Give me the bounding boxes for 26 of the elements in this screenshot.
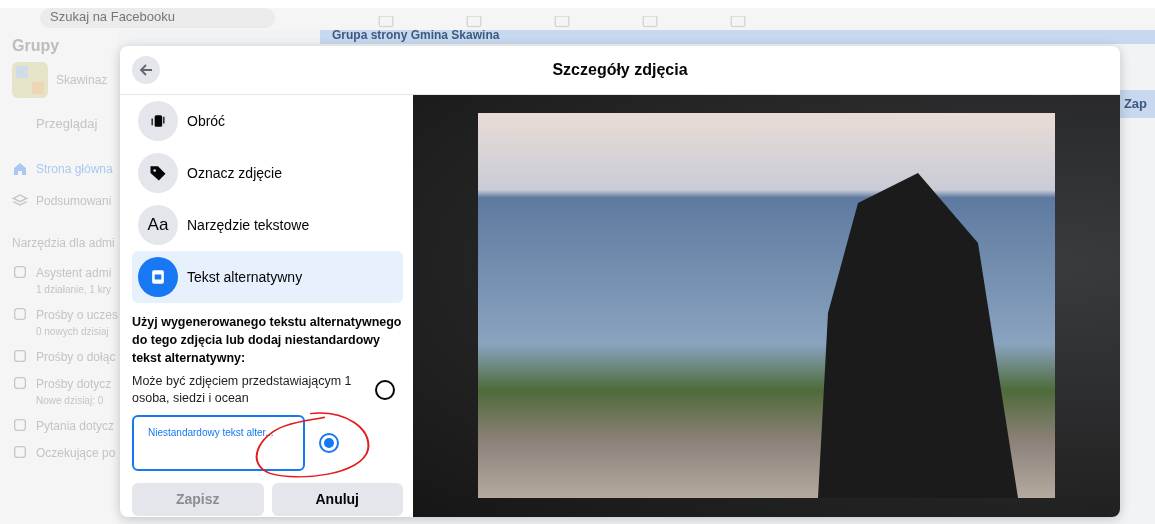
sidebar-title: Grupy — [12, 36, 61, 56]
text-tool-icon: Aa — [147, 212, 169, 238]
dialog-title: Szczegóły zdjęcia — [551, 60, 689, 80]
group-banner: Grupa strony Gmina Skawina — [320, 30, 1155, 44]
instruction-text: Użyj wygenerowanego tekstu alternatywnego do tego zdjęcia lub dodaj niestandardowy tekst alternatywny: — [132, 314, 403, 367]
admin-tool-icon — [12, 305, 28, 322]
custom-alt-text-field[interactable]: Niestandardowy tekst alter... — [132, 415, 305, 471]
admin-tool-icon — [12, 374, 28, 391]
sidebar-item[interactable]: Strona główna — [36, 159, 113, 178]
tag-icon — [148, 163, 168, 183]
generated-alt-text: Może być zdjęciem przedstawiającym 1 osoba, siedzi i ocean — [132, 373, 353, 407]
admin-tool-icon — [12, 347, 28, 364]
tool-menu-item[interactable]: Oznacz zdjęcie — [132, 147, 403, 199]
search-field[interactable]: Szukaj na Facebooku — [40, 8, 275, 28]
tool-menu-item[interactable]: Aa Narzędzie tekstowe — [132, 199, 403, 251]
cancel-button[interactable]: Anuluj — [271, 483, 403, 516]
tool-menu-item[interactable]: Obróć — [132, 95, 403, 147]
back-button[interactable] — [132, 56, 160, 84]
radio-button[interactable] — [319, 433, 339, 453]
back-arrow-icon — [139, 63, 153, 77]
radio-button[interactable] — [375, 380, 395, 400]
group-thumbnail — [12, 62, 48, 98]
admin-tool-icon — [12, 263, 28, 280]
tool-menu-item[interactable]: Tekst alternatywny — [132, 251, 403, 303]
admin-tool-icon — [12, 443, 28, 460]
admin-tool-icon — [12, 416, 28, 433]
